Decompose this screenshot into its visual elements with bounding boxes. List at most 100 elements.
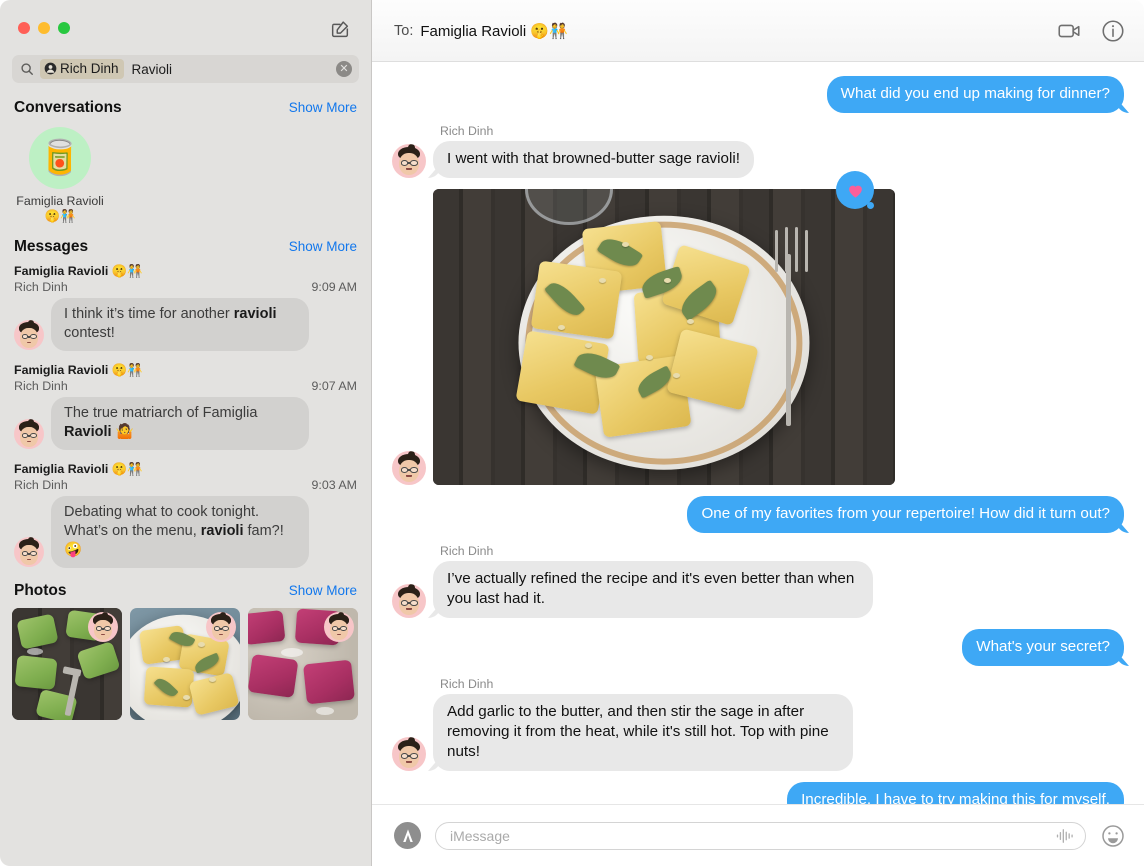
info-icon[interactable] (1100, 18, 1126, 44)
message-result-item[interactable]: Famiglia Ravioli 🤫🧑‍🤝‍🧑 Rich Dinh 9:03 A… (0, 460, 371, 578)
message-sender-name: Rich Dinh (440, 124, 494, 138)
conversation-header: To: Famiglia Ravioli 🤫🧑‍🤝‍🧑 (372, 0, 1144, 62)
photo-sender-avatar (206, 612, 236, 642)
message-bubble-outgoing[interactable]: What did you end up making for dinner? (826, 76, 1124, 113)
facetime-video-icon[interactable] (1056, 18, 1082, 44)
conversation-results: 🥫 Famiglia Ravioli 🤫🧑‍🤝‍🧑 (0, 123, 371, 234)
message-row-incoming: Rich Dinh I’ve actually refined the reci… (392, 544, 1124, 618)
message-text-after: 🤷 (111, 424, 134, 440)
message-row-incoming: Rich Dinh Add garlic to the butter, and … (392, 677, 1124, 771)
message-result-group: Famiglia Ravioli 🤫🧑‍🤝‍🧑 (14, 264, 143, 278)
photo-results (0, 606, 371, 732)
traffic-light-buttons (18, 21, 70, 34)
sidebar-results: Conversations Show More 🥫 Famiglia Ravio… (0, 95, 371, 866)
photo-result-thumbnail[interactable] (248, 608, 358, 720)
photos-show-more[interactable]: Show More (289, 583, 357, 598)
tapback-heart-reaction[interactable] (836, 171, 874, 209)
message-row-outgoing: One of my favorites from your repertoire… (392, 496, 1124, 533)
person-circle-icon (44, 62, 57, 75)
message-bubble-outgoing[interactable]: What's your secret? (962, 629, 1124, 666)
to-label: To: (394, 22, 414, 39)
conversation-pane: To: Famiglia Ravioli 🤫🧑‍🤝‍🧑 What did (372, 0, 1144, 866)
avatar (392, 451, 426, 485)
minimize-button[interactable] (38, 21, 50, 34)
search-container: Rich Dinh Ravioli ✕ (0, 55, 371, 95)
message-result-item[interactable]: Famiglia Ravioli 🤫🧑‍🤝‍🧑 Rich Dinh 9:07 A… (0, 361, 371, 460)
message-result-bubble: The true matriarch of Famiglia Ravioli 🤷 (51, 397, 309, 450)
window-titlebar (0, 0, 371, 55)
avatar (14, 320, 44, 350)
photo-sender-avatar (88, 612, 118, 642)
close-button[interactable] (18, 21, 30, 34)
imessage-placeholder: iMessage (450, 827, 510, 844)
message-bubble-outgoing[interactable]: Incredible. I have to try making this fo… (787, 782, 1124, 804)
photo-result-thumbnail[interactable] (130, 608, 240, 720)
avatar (392, 584, 426, 618)
photos-title: Photos (14, 582, 67, 599)
zoom-button[interactable] (58, 21, 70, 34)
conversations-title: Conversations (14, 99, 122, 116)
message-result-time: 9:09 AM (311, 280, 357, 294)
message-text-before: I think it’s time for another (64, 306, 234, 322)
avatar (14, 537, 44, 567)
message-row-outgoing: What did you end up making for dinner? (392, 76, 1124, 113)
messages-title: Messages (14, 238, 89, 255)
conversation-result-item[interactable]: 🥫 Famiglia Ravioli 🤫🧑‍🤝‍🧑 (14, 127, 106, 224)
message-thread[interactable]: What did you end up making for dinner? R… (372, 62, 1144, 804)
emoji-picker-icon[interactable] (1100, 823, 1126, 849)
message-result-sender: Rich Dinh (14, 379, 68, 393)
message-text-highlight: Ravioli (64, 424, 112, 440)
photo-message-attachment[interactable] (433, 189, 895, 485)
conversations-section-header: Conversations Show More (0, 95, 371, 123)
compose-bar: iMessage (372, 804, 1144, 866)
message-result-bubble: I think it’s time for another ravioli co… (51, 298, 309, 351)
app-store-apps-icon[interactable] (394, 822, 421, 849)
search-input[interactable]: Ravioli (132, 62, 173, 77)
conversations-show-more[interactable]: Show More (289, 100, 357, 115)
search-token-contact[interactable]: Rich Dinh (40, 59, 124, 79)
message-text-highlight: ravioli (233, 306, 277, 322)
message-row-outgoing: What's your secret? (392, 629, 1124, 666)
sidebar: Rich Dinh Ravioli ✕ Conversations Show M… (0, 0, 372, 866)
message-result-group: Famiglia Ravioli 🤫🧑‍🤝‍🧑 (14, 462, 143, 476)
message-result-time: 9:07 AM (311, 379, 357, 393)
message-bubble-incoming[interactable]: I went with that browned-butter sage rav… (433, 141, 754, 178)
message-row-photo (392, 171, 1124, 485)
message-row-incoming: Rich Dinh I went with that browned-butte… (392, 124, 1124, 178)
imessage-input[interactable]: iMessage (435, 821, 1086, 850)
recipient-name[interactable]: Famiglia Ravioli 🤫🧑‍🤝‍🧑 (420, 22, 567, 40)
group-avatar-tomato-can-icon: 🥫 (29, 127, 91, 189)
message-bubble-incoming[interactable]: Add garlic to the butter, and then stir … (433, 694, 853, 771)
message-bubble-incoming[interactable]: I’ve actually refined the recipe and it'… (433, 561, 873, 618)
compose-new-message-icon[interactable] (329, 18, 351, 40)
message-sender-name: Rich Dinh (440, 544, 494, 558)
messages-show-more[interactable]: Show More (289, 239, 357, 254)
avatar (14, 419, 44, 449)
search-field[interactable]: Rich Dinh Ravioli ✕ (12, 55, 359, 83)
audio-message-icon[interactable] (1055, 827, 1075, 845)
heart-icon (846, 181, 865, 200)
message-result-time: 9:03 AM (311, 478, 357, 492)
avatar (392, 737, 426, 771)
message-text-after: contest! (64, 325, 115, 341)
conversation-name: Famiglia Ravioli 🤫🧑‍🤝‍🧑 (16, 194, 104, 223)
search-token-label: Rich Dinh (60, 61, 119, 76)
message-sender-name: Rich Dinh (440, 677, 494, 691)
message-result-group: Famiglia Ravioli 🤫🧑‍🤝‍🧑 (14, 363, 143, 377)
photo-sender-avatar (324, 612, 354, 642)
messages-window: Rich Dinh Ravioli ✕ Conversations Show M… (0, 0, 1144, 866)
message-result-bubble: Debating what to cook tonight. What’s on… (51, 496, 309, 568)
avatar (392, 144, 426, 178)
message-text-before: The true matriarch of Famiglia (64, 405, 258, 421)
photos-section-header: Photos Show More (0, 578, 371, 606)
photo-result-thumbnail[interactable] (12, 608, 122, 720)
clear-search-icon[interactable]: ✕ (336, 61, 352, 77)
message-result-item[interactable]: Famiglia Ravioli 🤫🧑‍🤝‍🧑 Rich Dinh 9:09 A… (0, 262, 371, 361)
message-result-sender: Rich Dinh (14, 280, 68, 294)
message-result-sender: Rich Dinh (14, 478, 68, 492)
messages-section-header: Messages Show More (0, 234, 371, 262)
message-bubble-outgoing[interactable]: One of my favorites from your repertoire… (687, 496, 1124, 533)
message-text-highlight: ravioli (200, 523, 244, 539)
message-row-outgoing: Incredible. I have to try making this fo… (392, 782, 1124, 804)
search-icon (20, 62, 34, 76)
